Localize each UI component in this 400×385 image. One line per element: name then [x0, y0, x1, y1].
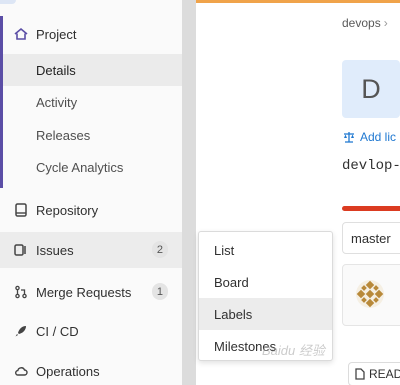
watermark: Baidu 经验	[262, 343, 325, 358]
sidebar-subitem-releases[interactable]: Releases	[3, 119, 182, 151]
sidebar-subitem-label: Activity	[36, 94, 78, 110]
sidebar-item-label: Project	[36, 26, 77, 42]
top-accent-bar	[196, 0, 400, 3]
sidebar-item-ci-cd[interactable]: CI / CD	[0, 313, 182, 349]
sidebar-item-label: Repository	[36, 202, 99, 218]
sidebar-item-operations[interactable]: Operations	[0, 353, 182, 385]
branch-selector[interactable]: master	[342, 222, 400, 254]
pipeline-status-bar	[342, 206, 400, 211]
scale-icon	[343, 131, 355, 143]
issues-icon	[14, 243, 28, 257]
sidebar-scrollbar[interactable]	[182, 0, 196, 385]
issues-count-badge: 2	[151, 241, 168, 258]
menu-item-board[interactable]: Board	[199, 266, 332, 298]
sidebar-item-label: CI / CD	[36, 323, 79, 339]
project-avatar-letter: D	[361, 73, 381, 104]
sidebar-subitem-label: Cycle Analytics	[36, 159, 124, 175]
project-avatar-tile	[0, 0, 16, 4]
merge-requests-count-badge: 1	[151, 283, 168, 300]
readme-button[interactable]: READ	[348, 362, 400, 385]
home-icon	[14, 27, 28, 41]
last-commit-card	[342, 264, 400, 326]
sidebar-item-repository[interactable]: Repository	[0, 192, 182, 228]
add-license-label: Add lic	[360, 130, 397, 144]
sidebar-subitem-activity[interactable]: Activity	[3, 86, 182, 118]
sidebar-item-label: Issues	[36, 242, 74, 258]
menu-item-label: Board	[214, 274, 249, 290]
cloud-icon	[14, 364, 28, 378]
sidebar-item-issues[interactable]: Issues 2	[0, 232, 182, 268]
sidebar-subitem-cycle-analytics[interactable]: Cycle Analytics	[3, 151, 182, 183]
book-icon	[14, 203, 28, 217]
readme-label: READ	[369, 367, 400, 381]
commit-author-avatar[interactable]	[355, 279, 385, 309]
merge-request-icon	[14, 285, 28, 299]
sidebar-subitem-label: Details	[36, 62, 76, 78]
menu-item-list[interactable]: List	[199, 234, 332, 266]
rocket-icon	[14, 324, 28, 338]
sidebar-item-label: Merge Requests	[36, 284, 132, 300]
sidebar-subitem-details[interactable]: Details	[3, 54, 182, 86]
breadcrumb: devops ›	[342, 16, 388, 30]
sidebar-item-merge-requests[interactable]: Merge Requests 1	[0, 274, 182, 310]
branch-name: master	[351, 230, 391, 246]
menu-item-labels[interactable]: Labels	[199, 298, 332, 330]
project-avatar: D	[342, 60, 400, 118]
menu-item-label: List	[214, 242, 235, 258]
sidebar-item-label: Operations	[36, 363, 100, 379]
sidebar-item-project[interactable]: Project	[0, 16, 182, 52]
sidebar-subitem-label: Releases	[36, 127, 91, 143]
menu-item-label: Labels	[214, 306, 253, 322]
project-sidebar: Project Details Activity Releases Cycle …	[0, 0, 182, 385]
breadcrumb-separator: ›	[383, 16, 388, 30]
breadcrumb-link[interactable]: devops	[342, 16, 381, 30]
project-name: devlop-p	[342, 158, 400, 174]
file-icon	[355, 368, 365, 380]
add-license-link[interactable]: Add lic	[343, 130, 396, 144]
